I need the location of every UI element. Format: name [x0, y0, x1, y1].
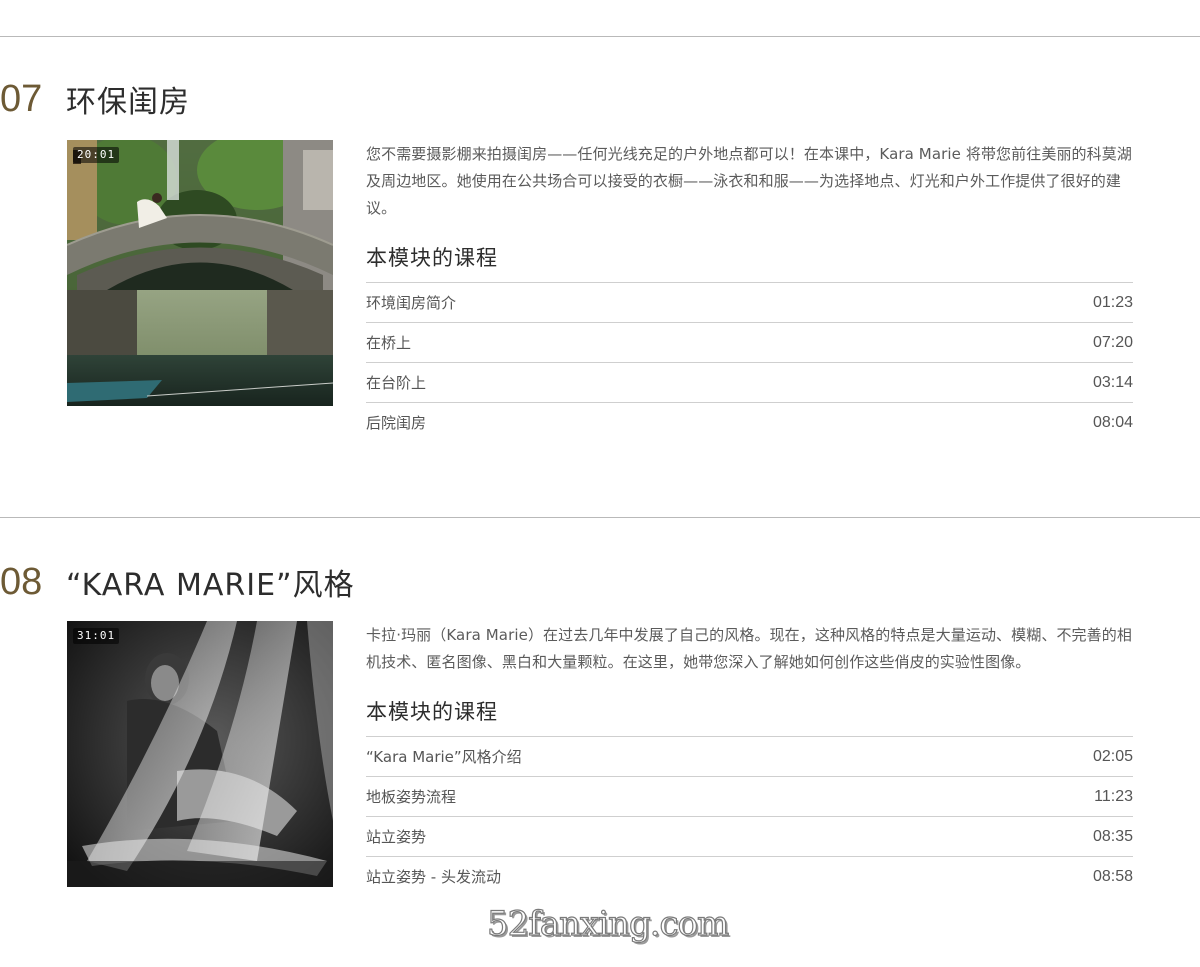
- module-video-thumbnail[interactable]: 31:01: [67, 621, 333, 887]
- lesson-duration: 07:20: [1092, 333, 1133, 351]
- video-duration-badge: 31:01: [73, 628, 120, 644]
- veil-portrait-photo: [67, 621, 333, 887]
- bridge-lake-photo: [67, 140, 333, 406]
- module-number: 07: [0, 78, 43, 120]
- lesson-row[interactable]: 站立姿势 08:35: [366, 817, 1133, 857]
- lesson-duration: 08:58: [1092, 867, 1133, 885]
- lessons-heading: 本模块的课程: [366, 246, 498, 270]
- lesson-title: 站立姿势 - 头发流动: [366, 868, 501, 886]
- lesson-duration: 08:04: [1092, 413, 1133, 431]
- lesson-duration: 11:23: [1094, 787, 1133, 805]
- lesson-row[interactable]: 站立姿势 - 头发流动 08:58: [366, 857, 1133, 896]
- module-content: 卡拉·玛丽（Kara Marie）在过去几年中发展了自己的风格。现在，这种风格的…: [366, 622, 1133, 896]
- module-title: “KARA MARIE”风格: [66, 568, 355, 603]
- lesson-title: 在桥上: [366, 334, 412, 352]
- lesson-row[interactable]: 后院闺房 08:04: [366, 403, 1133, 442]
- lesson-duration: 08:35: [1092, 827, 1133, 845]
- module-content: 您不需要摄影棚来拍摄闺房——任何光线充足的户外地点都可以！在本课中，Kara M…: [366, 141, 1133, 442]
- lesson-row[interactable]: 在台阶上 03:14: [366, 363, 1133, 403]
- lesson-title: 后院闺房: [366, 414, 427, 432]
- module-08: 08 “KARA MARIE”风格 31:01 卡拉·玛丽（Kara Marie…: [0, 517, 1200, 887]
- lesson-title: 站立姿势: [366, 828, 427, 846]
- video-duration-badge: 20:01: [73, 147, 120, 163]
- lesson-list: “Kara Marie”风格介绍 02:05 地板姿势流程 11:23 站立姿势…: [366, 736, 1133, 896]
- lesson-row[interactable]: “Kara Marie”风格介绍 02:05: [366, 737, 1133, 777]
- module-description: 您不需要摄影棚来拍摄闺房——任何光线充足的户外地点都可以！在本课中，Kara M…: [366, 145, 1132, 217]
- lesson-title: “Kara Marie”风格介绍: [366, 748, 522, 766]
- module-title: 环保闺房: [66, 85, 190, 120]
- lesson-title: 在台阶上: [366, 374, 427, 392]
- lesson-duration: 02:05: [1092, 747, 1133, 765]
- lesson-duration: 03:14: [1092, 373, 1133, 391]
- lesson-duration: 01:23: [1092, 293, 1133, 311]
- lesson-row[interactable]: 在桥上 07:20: [366, 323, 1133, 363]
- lesson-title: 环境闺房简介: [366, 294, 457, 312]
- top-divider: [0, 36, 1200, 37]
- site-watermark: 52fanxing.com: [486, 903, 729, 944]
- lessons-heading: 本模块的课程: [366, 700, 498, 724]
- lesson-list: 环境闺房简介 01:23 在桥上 07:20 在台阶上 03:14 后院闺房 0…: [366, 282, 1133, 442]
- lesson-row[interactable]: 环境闺房简介 01:23: [366, 283, 1133, 323]
- module-number: 08: [0, 561, 43, 603]
- module-description: 卡拉·玛丽（Kara Marie）在过去几年中发展了自己的风格。现在，这种风格的…: [366, 626, 1132, 671]
- lesson-title: 地板姿势流程: [366, 788, 457, 806]
- module-video-thumbnail[interactable]: 20:01: [67, 140, 333, 406]
- lesson-row[interactable]: 地板姿势流程 11:23: [366, 777, 1133, 817]
